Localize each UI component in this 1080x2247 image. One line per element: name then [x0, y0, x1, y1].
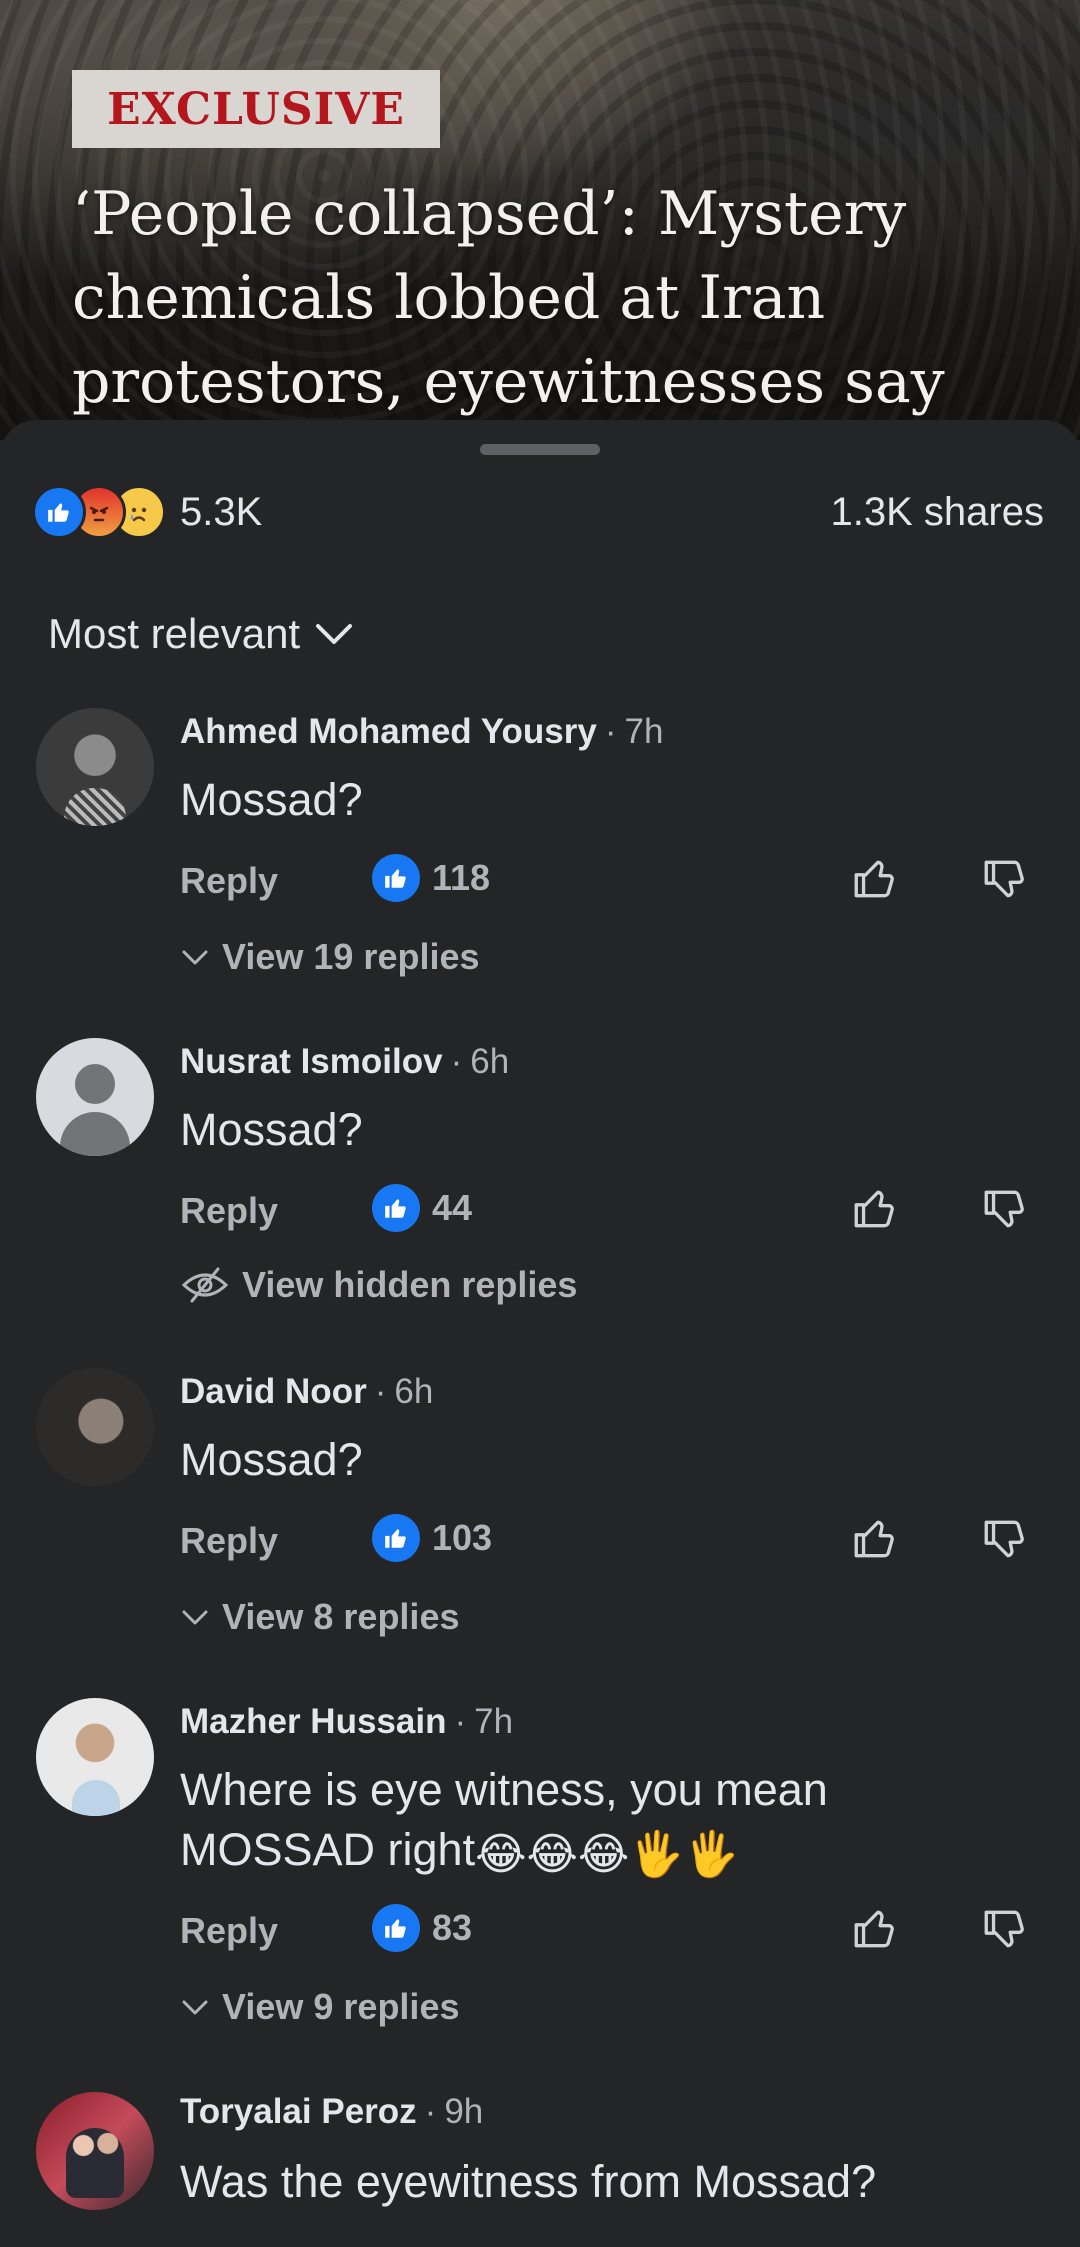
comment-text: Where is eye witness, you mean MOSSAD ri…: [180, 1760, 1040, 1880]
comment-header: Mazher Hussain · 7h: [180, 1702, 513, 1742]
eye-slash-icon: [181, 1267, 229, 1303]
comment-text-line: Where is eye witness, you mean: [180, 1764, 828, 1815]
like-count: 103: [372, 1514, 492, 1562]
thumbs-down-icon[interactable]: [980, 1904, 1030, 1954]
separator-dot: ·: [424, 2092, 437, 2131]
comment-time: 9h: [444, 2092, 484, 2131]
comments-sheet: 5.3K 1.3K shares Most relevant: [0, 420, 1080, 2247]
thumbs-up-icon[interactable]: [850, 1514, 900, 1564]
comment-text: Mossad?: [180, 774, 363, 825]
view-hidden-replies-link[interactable]: View hidden replies: [180, 1264, 577, 1306]
avatar[interactable]: [36, 2092, 154, 2210]
comment-text: Mossad?: [180, 1434, 363, 1485]
like-badge-icon: [372, 854, 420, 902]
share-count[interactable]: 1.3K shares: [831, 484, 1044, 540]
thumbs-up-icon[interactable]: [850, 1904, 900, 1954]
comment-actions: Reply 44: [180, 1182, 1040, 1242]
comment-actions: Reply 83: [180, 1902, 1040, 1962]
article-image[interactable]: EXCLUSIVE ‘People collapsed’: Mystery ch…: [0, 0, 1080, 440]
sheet-drag-handle[interactable]: [480, 444, 600, 455]
comment-time: 6h: [394, 1372, 434, 1411]
author-name[interactable]: Mazher Hussain: [180, 1702, 446, 1742]
default-avatar-head: [75, 1064, 115, 1104]
comment-actions: Reply 103: [180, 1512, 1040, 1572]
reaction-count: 5.3K: [180, 489, 263, 534]
like-badge-icon: [372, 1904, 420, 1952]
comment-text-fragment: MOSSAD right: [180, 1824, 476, 1875]
view-replies-link[interactable]: View 8 replies: [180, 1596, 459, 1638]
default-avatar-body: [60, 1112, 130, 1156]
like-count: 83: [372, 1904, 472, 1952]
view-replies-link[interactable]: View 19 replies: [180, 936, 480, 978]
comment-header: Ahmed Mohamed Yousry · 7h: [180, 712, 663, 752]
sort-dropdown[interactable]: Most relevant: [48, 610, 354, 658]
like-reaction-icon: [32, 485, 86, 539]
comment-text-line: MOSSAD right😂😂😂🖐🖐: [180, 1820, 1040, 1880]
comment-text: Was the eyewitness from Mossad?: [180, 2156, 877, 2207]
like-count-value: 118: [432, 857, 491, 898]
chevron-down-icon: [316, 624, 353, 644]
comment-header: Nusrat Ismoilov · 6h: [180, 1042, 509, 1082]
like-badge-icon: [372, 1514, 420, 1562]
reply-button[interactable]: Reply: [180, 1910, 278, 1952]
reply-button[interactable]: Reply: [180, 1520, 278, 1562]
view-replies-link[interactable]: View 9 replies: [180, 1986, 459, 2028]
comment-time: 7h: [474, 1702, 514, 1741]
comment-header: Toryalai Peroz · 9h: [180, 2092, 483, 2132]
view-replies-label: View 19 replies: [222, 936, 480, 977]
separator-dot: ·: [374, 1372, 387, 1411]
reaction-summary[interactable]: 5.3K: [32, 484, 262, 540]
thumbs-up-icon[interactable]: [850, 854, 900, 904]
thumbs-down-icon[interactable]: [980, 1514, 1030, 1564]
author-name[interactable]: David Noor: [180, 1372, 367, 1412]
separator-dot: ·: [454, 1702, 467, 1741]
avatar[interactable]: [36, 1698, 154, 1816]
thumbs-up-icon[interactable]: [850, 1184, 900, 1234]
chevron-down-icon: [182, 950, 208, 965]
exclusive-badge: EXCLUSIVE: [72, 70, 440, 148]
author-name[interactable]: Ahmed Mohamed Yousry: [180, 712, 597, 752]
view-replies-label: View hidden replies: [242, 1264, 578, 1305]
view-replies-label: View 9 replies: [222, 1986, 460, 2027]
reply-button[interactable]: Reply: [180, 1190, 278, 1232]
author-name[interactable]: Nusrat Ismoilov: [180, 1042, 443, 1082]
like-count-value: 83: [432, 1907, 473, 1948]
laughing-emoji-icon: 😂😂😂🖐🖐: [475, 1829, 739, 1880]
comment-header: David Noor · 6h: [180, 1372, 433, 1412]
like-badge-icon: [372, 1184, 420, 1232]
view-replies-label: View 8 replies: [222, 1596, 460, 1637]
thumbs-down-icon[interactable]: [980, 854, 1030, 904]
avatar[interactable]: [36, 1368, 154, 1486]
avatar[interactable]: [36, 708, 154, 826]
sort-label: Most relevant: [48, 610, 301, 657]
thumbs-down-icon[interactable]: [980, 1184, 1030, 1234]
like-count: 118: [372, 854, 490, 902]
like-count-value: 103: [432, 1517, 493, 1558]
chevron-down-icon: [182, 1610, 208, 1625]
comment-time: 6h: [470, 1042, 510, 1081]
avatar[interactable]: [36, 1038, 154, 1156]
like-count: 44: [372, 1184, 472, 1232]
comment-time: 7h: [624, 712, 664, 751]
comment-text: Mossad?: [180, 1104, 363, 1155]
separator-dot: ·: [604, 712, 617, 751]
like-count-value: 44: [432, 1187, 473, 1228]
separator-dot: ·: [450, 1042, 463, 1081]
comment-actions: Reply 118: [180, 852, 1040, 912]
article-headline[interactable]: ‘People collapsed’: Mystery chemicals lo…: [72, 172, 1032, 424]
author-name[interactable]: Toryalai Peroz: [180, 2092, 417, 2132]
chevron-down-icon: [182, 2000, 208, 2015]
reply-button[interactable]: Reply: [180, 860, 278, 902]
